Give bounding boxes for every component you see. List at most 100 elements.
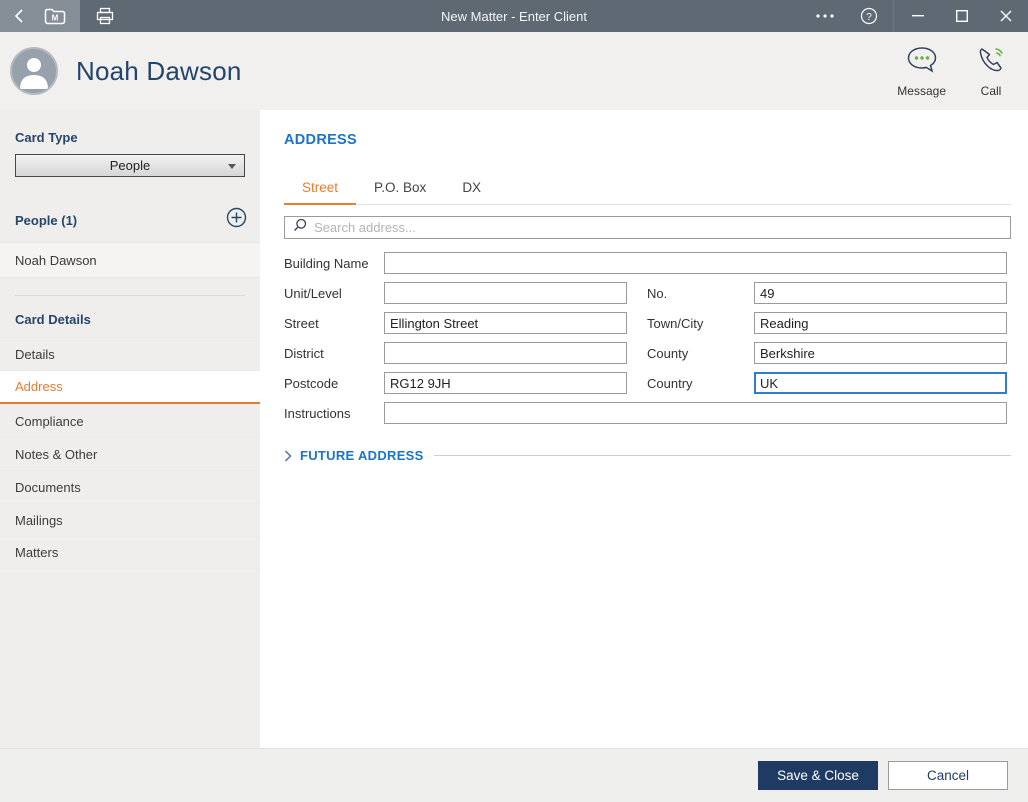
unit-level-label: Unit/Level [284, 285, 342, 301]
cancel-label: Cancel [926, 768, 970, 783]
people-section-header: People (1) [0, 207, 260, 233]
save-close-label: Save & Close [777, 768, 859, 783]
search-input[interactable] [314, 220, 1002, 235]
body: Card Type People People (1) Noah Dawson … [0, 110, 1028, 748]
sidebar-item-documents[interactable]: Documents [0, 470, 260, 503]
search-icon [293, 218, 307, 237]
sidebar-item-label: Compliance [15, 413, 84, 429]
district-label: District [284, 345, 324, 361]
no-label: No. [647, 285, 668, 301]
add-person-button[interactable] [226, 207, 247, 233]
titlebar-left-group: M [0, 0, 80, 32]
matter-folder-icon[interactable]: M [44, 8, 66, 25]
message-icon [905, 45, 939, 80]
building-name-field[interactable] [384, 252, 1007, 274]
close-button[interactable] [984, 0, 1028, 32]
card-type-label: Card Type [15, 130, 78, 145]
maximize-button[interactable] [940, 0, 984, 32]
building-name-label: Building Name [284, 255, 369, 271]
form-row-building-name: Building Name [284, 248, 1011, 278]
sidebar-item-details[interactable]: Details [0, 337, 260, 370]
tab-label: DX [462, 180, 482, 195]
town-city-field[interactable] [754, 312, 1007, 334]
form-row-instructions: Instructions [284, 398, 1011, 428]
titlebar-right-group: ? [803, 0, 1028, 32]
print-icon[interactable] [96, 7, 114, 25]
call-label: Call [980, 83, 1002, 98]
folder-letter: M [52, 13, 59, 22]
form-row-street-town: Street Town/City [284, 308, 1011, 338]
sidebar-item-label: Notes & Other [15, 446, 98, 462]
help-icon[interactable]: ? [847, 0, 891, 32]
client-header: Noah Dawson Message Call [0, 32, 1028, 110]
message-label: Message [897, 83, 946, 98]
tab-dx[interactable]: DX [444, 174, 499, 205]
no-field[interactable] [754, 282, 1007, 304]
instructions-field[interactable] [384, 402, 1007, 424]
app-window: M New Matter - Enter Client ? Noah Dawso… [0, 0, 1028, 802]
people-list-item[interactable]: Noah Dawson [0, 242, 260, 278]
card-type-dropdown[interactable]: People [15, 154, 245, 177]
card-details-header: Card Details [15, 312, 91, 327]
header-actions: Message Call [897, 45, 1006, 98]
county-field[interactable] [754, 342, 1007, 364]
back-icon[interactable] [14, 8, 24, 24]
tab-label: P.O. Box [374, 180, 427, 195]
sidebar-item-compliance[interactable]: Compliance [0, 404, 260, 437]
titlebar-separator [893, 0, 894, 32]
sidebar-item-matters[interactable]: Matters [0, 536, 260, 569]
people-header-label: People (1) [15, 212, 78, 228]
client-name: Noah Dawson [76, 55, 242, 86]
person-name: Noah Dawson [15, 252, 97, 268]
sidebar-item-notes-other[interactable]: Notes & Other [0, 437, 260, 470]
country-field[interactable] [754, 372, 1007, 394]
form-row-unit-no: Unit/Level No. [284, 278, 1011, 308]
minimize-button[interactable] [896, 0, 940, 32]
card-details-menu: Details Address Compliance Notes & Other… [0, 337, 260, 569]
form-row-postcode-country: Postcode Country [284, 368, 1011, 398]
district-field[interactable] [384, 342, 627, 364]
future-address-section[interactable]: FUTURE ADDRESS [284, 448, 1011, 463]
help-glyph: ? [866, 12, 872, 23]
section-title: ADDRESS [284, 132, 357, 148]
county-label: County [647, 345, 689, 361]
chevron-right-icon [284, 449, 292, 462]
message-button[interactable]: Message [897, 45, 946, 98]
call-icon [976, 45, 1006, 80]
sidebar-item-label: Address [15, 379, 63, 394]
future-address-label: FUTURE ADDRESS [300, 448, 424, 463]
tab-po-box[interactable]: P.O. Box [356, 174, 444, 205]
address-search [284, 216, 1011, 239]
country-label: Country [647, 375, 693, 391]
address-tabs: Street P.O. Box DX [284, 174, 1011, 205]
postcode-label: Postcode [284, 375, 339, 391]
future-address-rule [433, 455, 1011, 456]
sidebar-item-label: Matters [15, 545, 59, 560]
sidebar-item-label: Mailings [15, 512, 63, 528]
avatar [10, 47, 58, 95]
address-panel: ADDRESS Street P.O. Box DX Building Name [260, 110, 1028, 748]
address-form: Building Name Unit/Level No. Street Town… [284, 248, 1011, 428]
tab-street[interactable]: Street [284, 174, 357, 205]
chevron-down-icon [228, 164, 236, 169]
sidebar-divider [15, 295, 245, 296]
sidebar-item-label: Documents [15, 479, 81, 495]
footer: Save & Close Cancel [0, 748, 1028, 802]
sidebar-item-address[interactable]: Address [0, 370, 260, 404]
street-label: Street [284, 315, 319, 331]
instructions-label: Instructions [284, 405, 351, 421]
town-city-label: Town/City [647, 315, 704, 331]
sidebar-item-mailings[interactable]: Mailings [0, 503, 260, 536]
sidebar: Card Type People People (1) Noah Dawson … [0, 110, 260, 748]
card-type-value: People [109, 158, 151, 173]
sidebar-item-label: Details [15, 346, 55, 362]
postcode-field[interactable] [384, 372, 627, 394]
more-options-icon[interactable] [803, 0, 847, 32]
save-close-button[interactable]: Save & Close [758, 761, 878, 790]
cancel-button[interactable]: Cancel [888, 761, 1008, 790]
street-field[interactable] [384, 312, 627, 334]
form-row-district-county: District County [284, 338, 1011, 368]
title-bar: M New Matter - Enter Client ? [0, 0, 1028, 32]
unit-level-field[interactable] [384, 282, 627, 304]
call-button[interactable]: Call [976, 45, 1006, 98]
